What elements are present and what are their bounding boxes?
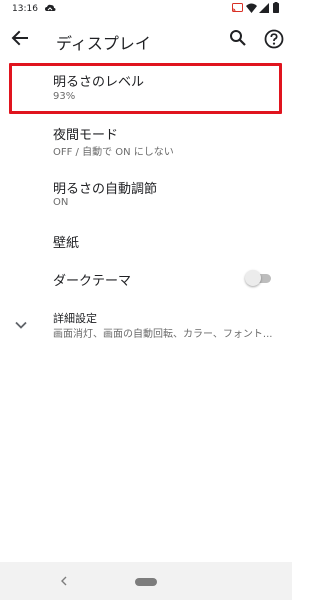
highlight-box <box>9 63 282 114</box>
home-pill[interactable] <box>135 578 157 586</box>
chevron-down-icon <box>15 321 27 329</box>
setting-title: 明るさの自動調節 <box>53 182 158 197</box>
page-title: ディスプレイ <box>56 34 151 53</box>
cloud-icon <box>45 4 56 11</box>
battery-icon <box>273 2 279 13</box>
status-bar: 13:16 <box>0 0 292 18</box>
setting-wallpaper[interactable]: 壁紙 <box>0 224 292 260</box>
wifi-icon <box>246 3 257 13</box>
setting-night-mode[interactable]: 夜間モード OFF / 自動で ON にしない <box>0 118 292 164</box>
dark-theme-toggle[interactable] <box>245 270 273 286</box>
app-bar: ディスプレイ <box>0 18 292 62</box>
setting-auto-brightness[interactable]: 明るさの自動調節 ON <box>0 172 292 218</box>
help-icon[interactable] <box>264 29 284 49</box>
search-icon[interactable] <box>229 29 247 47</box>
nav-back-icon[interactable] <box>60 576 68 586</box>
status-time: 13:16 <box>12 4 38 14</box>
setting-summary: OFF / 自動で ON にしない <box>53 147 174 158</box>
setting-advanced[interactable]: 詳細設定 画面消灯、画面の自動回転、カラー、フォント... <box>0 306 292 352</box>
signal-icon <box>259 3 269 13</box>
setting-title: 夜間モード <box>53 128 119 143</box>
setting-summary: ON <box>53 197 69 208</box>
setting-title: ダークテーマ <box>53 274 132 289</box>
setting-title: 詳細設定 <box>53 312 97 325</box>
toggle-thumb <box>245 270 261 286</box>
setting-title: 壁紙 <box>53 236 80 251</box>
setting-summary: 画面消灯、画面の自動回転、カラー、フォント... <box>53 329 273 340</box>
cast-icon <box>232 3 243 12</box>
back-arrow-icon[interactable] <box>10 28 30 48</box>
navigation-bar <box>0 562 292 600</box>
